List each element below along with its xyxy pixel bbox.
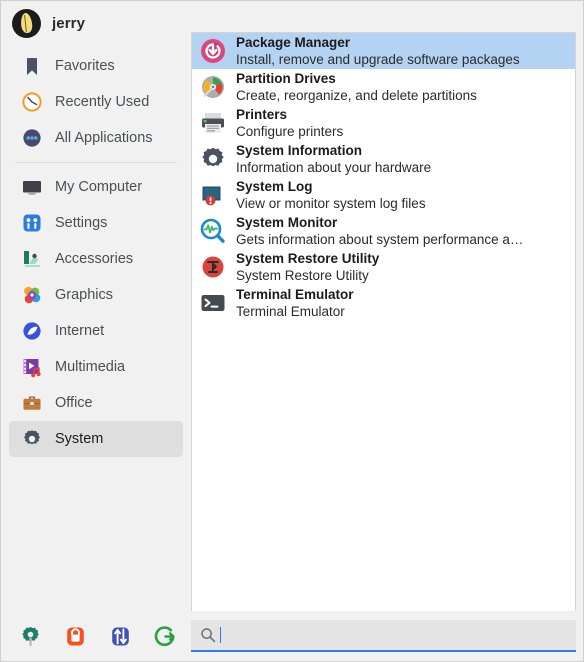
system-restore-icon bbox=[199, 253, 227, 281]
list-item-title: Partition Drives bbox=[236, 70, 336, 86]
list-item-description: Gets information about system performanc… bbox=[236, 231, 524, 247]
list-item[interactable]: System Information Information about you… bbox=[192, 141, 575, 177]
list-item[interactable]: System Monitor Gets information about sy… bbox=[192, 213, 575, 249]
preferences-button[interactable] bbox=[19, 625, 42, 648]
package-manager-icon bbox=[199, 37, 227, 65]
internet-globe-icon bbox=[21, 320, 43, 342]
sidebar-item-label: Recently Used bbox=[55, 94, 150, 110]
sidebar-item-label: System bbox=[55, 431, 104, 447]
list-item-title: Terminal Emulator bbox=[236, 286, 354, 302]
system-gear-icon bbox=[21, 428, 43, 450]
user-name: jerry bbox=[52, 14, 86, 32]
list-item-description: View or monitor system log files bbox=[236, 195, 426, 211]
list-item-title: System Log bbox=[236, 178, 313, 194]
list-item-description: System Restore Utility bbox=[236, 267, 369, 283]
list-item-title: Package Manager bbox=[236, 34, 351, 50]
avatar[interactable] bbox=[12, 8, 41, 38]
text-caret bbox=[220, 627, 221, 643]
list-item-description: Create, reorganize, and delete partition… bbox=[236, 87, 477, 103]
sidebar-item-recently-used[interactable]: Recently Used bbox=[9, 84, 183, 120]
lock-screen-button[interactable] bbox=[64, 625, 87, 648]
sidebar: jerry Favorites Recently Used All Applic… bbox=[1, 1, 191, 611]
list-item-text: Package Manager Install, remove and upgr… bbox=[236, 35, 520, 68]
sidebar-group-places: Favorites Recently Used All Applications bbox=[1, 45, 191, 156]
list-item[interactable]: Partition Drives Create, reorganize, and… bbox=[192, 69, 575, 105]
list-item-text: Printers Configure printers bbox=[236, 107, 343, 140]
system-log-icon bbox=[199, 181, 227, 209]
list-item-title: System Restore Utility bbox=[236, 250, 380, 266]
sidebar-item-settings[interactable]: Settings bbox=[9, 205, 183, 241]
sidebar-item-favorites[interactable]: Favorites bbox=[9, 48, 183, 84]
sidebar-item-internet[interactable]: Internet bbox=[9, 313, 183, 349]
list-item[interactable]: Terminal Emulator Terminal Emulator bbox=[192, 285, 575, 321]
user-header[interactable]: jerry bbox=[1, 1, 191, 45]
graphics-palette-icon bbox=[21, 284, 43, 306]
sidebar-item-label: Favorites bbox=[55, 58, 115, 74]
sidebar-item-label: Internet bbox=[55, 323, 105, 339]
application-menu-window: jerry Favorites Recently Used All Applic… bbox=[0, 0, 584, 662]
list-item-description: Configure printers bbox=[236, 123, 344, 139]
sidebar-item-office[interactable]: Office bbox=[9, 385, 183, 421]
list-item-title: Printers bbox=[236, 106, 288, 122]
sidebar-item-label: Multimedia bbox=[55, 359, 126, 375]
sidebar-item-label: Graphics bbox=[55, 287, 114, 303]
list-item[interactable]: System Log View or monitor system log fi… bbox=[192, 177, 575, 213]
settings-sliders-icon bbox=[21, 212, 43, 234]
system-information-gear-icon bbox=[199, 145, 227, 173]
printer-icon bbox=[199, 109, 227, 137]
list-item-text: Terminal Emulator Terminal Emulator bbox=[236, 287, 354, 320]
sidebar-item-label: Settings bbox=[55, 215, 108, 231]
list-item[interactable]: Package Manager Install, remove and upgr… bbox=[192, 33, 575, 69]
bottom-bar bbox=[1, 611, 583, 661]
list-item-title: System Information bbox=[236, 142, 363, 158]
monitor-icon bbox=[21, 176, 43, 198]
sidebar-divider bbox=[15, 162, 177, 163]
accessories-icon bbox=[21, 248, 43, 270]
switch-user-button[interactable] bbox=[109, 625, 132, 648]
list-item-text: System Monitor Gets information about sy… bbox=[236, 215, 523, 248]
list-item-text: Partition Drives Create, reorganize, and… bbox=[236, 71, 477, 104]
list-item-text: System Log View or monitor system log fi… bbox=[236, 179, 426, 212]
list-item-description: Terminal Emulator bbox=[236, 303, 345, 319]
sidebar-group-categories: My Computer Settings Accessories Graphic… bbox=[1, 169, 191, 457]
log-out-button[interactable] bbox=[154, 625, 177, 648]
session-buttons bbox=[1, 625, 191, 648]
menu-body: jerry Favorites Recently Used All Applic… bbox=[1, 1, 583, 611]
list-item-title: System Monitor bbox=[236, 214, 338, 230]
sidebar-item-system[interactable]: System bbox=[9, 421, 183, 457]
application-list: Package Manager Install, remove and upgr… bbox=[191, 32, 576, 611]
list-item-text: System Restore Utility System Restore Ut… bbox=[236, 251, 379, 284]
sidebar-item-all-applications[interactable]: All Applications bbox=[9, 120, 183, 156]
sidebar-item-label: Accessories bbox=[55, 251, 134, 267]
terminal-icon bbox=[199, 289, 227, 317]
search-input[interactable] bbox=[228, 620, 576, 650]
sidebar-item-my-computer[interactable]: My Computer bbox=[9, 169, 183, 205]
grid-dots-icon bbox=[21, 127, 43, 149]
sidebar-item-accessories[interactable]: Accessories bbox=[9, 241, 183, 277]
sidebar-item-multimedia[interactable]: Multimedia bbox=[9, 349, 183, 385]
list-item[interactable]: Printers Configure printers bbox=[192, 105, 575, 141]
sidebar-item-label: Office bbox=[55, 395, 93, 411]
list-item-text: System Information Information about you… bbox=[236, 143, 431, 176]
clock-icon bbox=[21, 91, 43, 113]
office-briefcase-icon bbox=[21, 392, 43, 414]
bookmark-icon bbox=[21, 55, 43, 77]
sidebar-item-label: All Applications bbox=[55, 130, 153, 146]
list-item-description: Information about your hardware bbox=[236, 159, 432, 175]
multimedia-film-icon bbox=[21, 356, 43, 378]
search-bar[interactable] bbox=[191, 620, 576, 652]
system-monitor-icon bbox=[199, 217, 227, 245]
list-item[interactable]: System Restore Utility System Restore Ut… bbox=[192, 249, 575, 285]
sidebar-item-graphics[interactable]: Graphics bbox=[9, 277, 183, 313]
sidebar-item-label: My Computer bbox=[55, 179, 143, 195]
search-icon bbox=[200, 627, 216, 643]
partition-drives-icon bbox=[199, 73, 227, 101]
list-item-description: Install, remove and upgrade software pac… bbox=[236, 51, 520, 67]
